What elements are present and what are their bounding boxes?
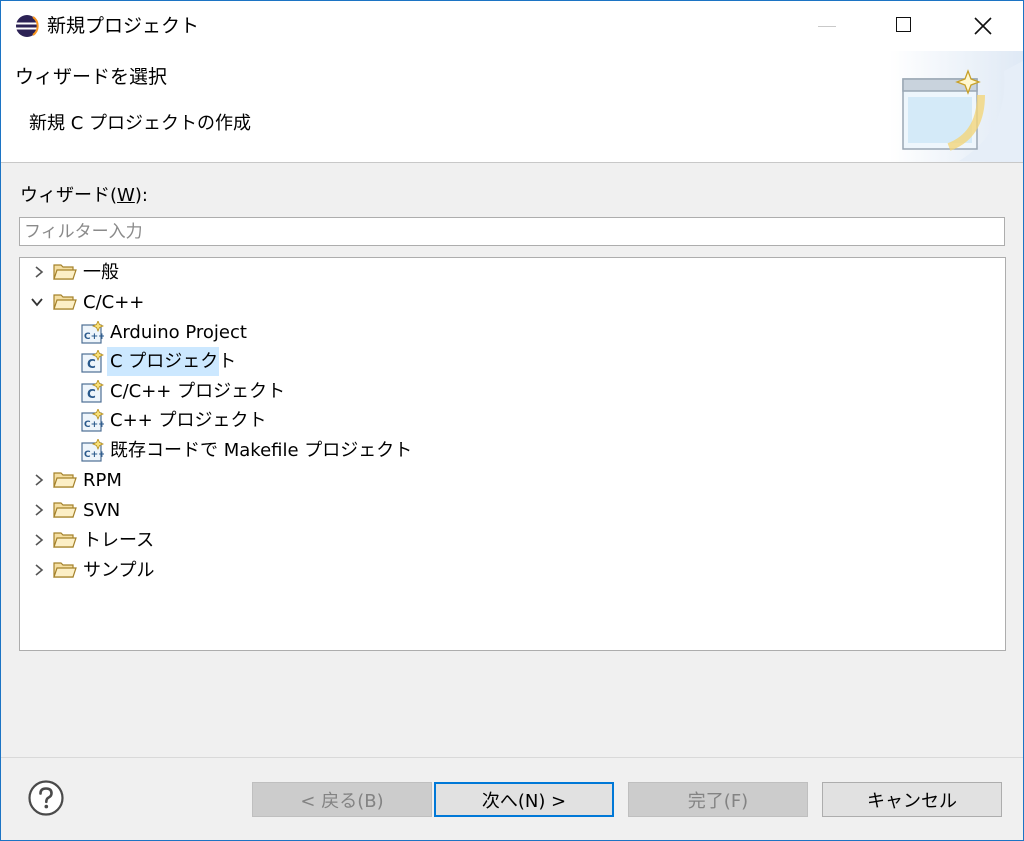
- tree-item-makefile-project[interactable]: C++ 既存コードで Makefile プロジェクト: [20, 436, 1005, 465]
- svg-text:C: C: [87, 387, 96, 401]
- wizard-tree[interactable]: 一般 C/C++ C++ Arduino Project C C プロジェクト …: [19, 257, 1006, 651]
- window-title: 新規プロジェクト: [47, 15, 200, 37]
- maximize-icon: [896, 17, 911, 32]
- tree-item-svn[interactable]: SVN: [20, 496, 1005, 525]
- folder-open-icon: [53, 294, 77, 310]
- svg-text:C++: C++: [84, 450, 104, 460]
- tree-item-label: C/C++ プロジェクト: [110, 381, 286, 402]
- wizard-label-suffix: ):: [134, 185, 148, 206]
- wizard-label-prefix: ウィザード(: [20, 185, 118, 206]
- footer-separator: [1, 757, 1023, 758]
- cpp-project-icon: C++: [81, 409, 104, 432]
- tree-item-label: C++ プロジェクト: [110, 410, 267, 431]
- chevron-right-icon[interactable]: [32, 265, 46, 279]
- help-icon[interactable]: [27, 779, 65, 817]
- folder-icon: [53, 502, 77, 518]
- close-icon: [974, 17, 992, 35]
- wizard-banner-icon: [889, 51, 1023, 162]
- tree-item-c-project[interactable]: C C プロジェクト: [20, 347, 1005, 376]
- tree-item-label: RPM: [83, 470, 122, 491]
- eclipse-icon: [16, 15, 39, 37]
- tree-item-label: サンプル: [83, 560, 155, 581]
- folder-icon: [53, 472, 77, 488]
- folder-icon: [53, 562, 77, 578]
- tree-item-general[interactable]: 一般: [20, 258, 1005, 287]
- chevron-right-icon[interactable]: [32, 533, 46, 547]
- minimize-icon: [818, 26, 836, 27]
- svg-text:C++: C++: [84, 420, 104, 430]
- tree-item-label: C/C++: [83, 292, 145, 313]
- tree-item-c-cpp[interactable]: C/C++: [20, 288, 1005, 317]
- cpp-project-icon: C++: [81, 439, 104, 462]
- svg-text:C++: C++: [84, 332, 104, 342]
- chevron-right-icon[interactable]: [32, 503, 46, 517]
- chevron-right-icon[interactable]: [32, 473, 46, 487]
- title-bar[interactable]: 新規プロジェクト: [1, 1, 1023, 51]
- tree-item-trace[interactable]: トレース: [20, 526, 1005, 555]
- tree-item-rpm[interactable]: RPM: [20, 466, 1005, 495]
- tree-item-label: 一般: [83, 262, 119, 283]
- tree-item-label: Arduino Project: [110, 322, 247, 343]
- c-project-icon: C: [81, 350, 104, 373]
- next-button[interactable]: 次へ(N) >: [434, 782, 614, 817]
- finish-button[interactable]: 完了(F): [628, 782, 808, 817]
- c-project-icon: C: [81, 380, 104, 403]
- chevron-right-icon[interactable]: [32, 563, 46, 577]
- banner-title: ウィザードを選択: [15, 66, 168, 88]
- filter-input[interactable]: [19, 217, 1005, 246]
- tree-item-samples[interactable]: サンプル: [20, 556, 1005, 585]
- tree-item-cpp-project[interactable]: C++ C++ プロジェクト: [20, 406, 1005, 435]
- chevron-down-icon[interactable]: [30, 295, 44, 309]
- maximize-button[interactable]: [871, 1, 939, 51]
- back-button[interactable]: < 戻る(B): [252, 782, 432, 817]
- wizard-banner: ウィザードを選択 新規 C プロジェクトの作成: [1, 51, 1023, 163]
- tree-item-c-cpp-project[interactable]: C C/C++ プロジェクト: [20, 377, 1005, 406]
- folder-icon: [53, 264, 77, 280]
- close-button[interactable]: [949, 1, 1017, 51]
- new-project-dialog: 新規プロジェクト ウィザードを選択 新規 C プロジェクトの作成 ウィザード(W…: [0, 0, 1024, 841]
- wizard-label: ウィザード(W):: [20, 184, 148, 208]
- wizard-label-mnemonic: W: [117, 185, 135, 206]
- cpp-project-icon: C++: [81, 321, 104, 344]
- banner-description: 新規 C プロジェクトの作成: [29, 113, 252, 134]
- tree-item-label: C プロジェクト: [110, 351, 237, 372]
- cancel-button[interactable]: キャンセル: [822, 782, 1002, 817]
- svg-text:C: C: [87, 357, 96, 371]
- tree-item-label: SVN: [83, 500, 121, 521]
- tree-item-label: トレース: [83, 530, 155, 551]
- tree-item-arduino-project[interactable]: C++ Arduino Project: [20, 318, 1005, 347]
- minimize-button[interactable]: [793, 1, 861, 51]
- tree-item-label: 既存コードで Makefile プロジェクト: [110, 440, 413, 461]
- folder-icon: [53, 532, 77, 548]
